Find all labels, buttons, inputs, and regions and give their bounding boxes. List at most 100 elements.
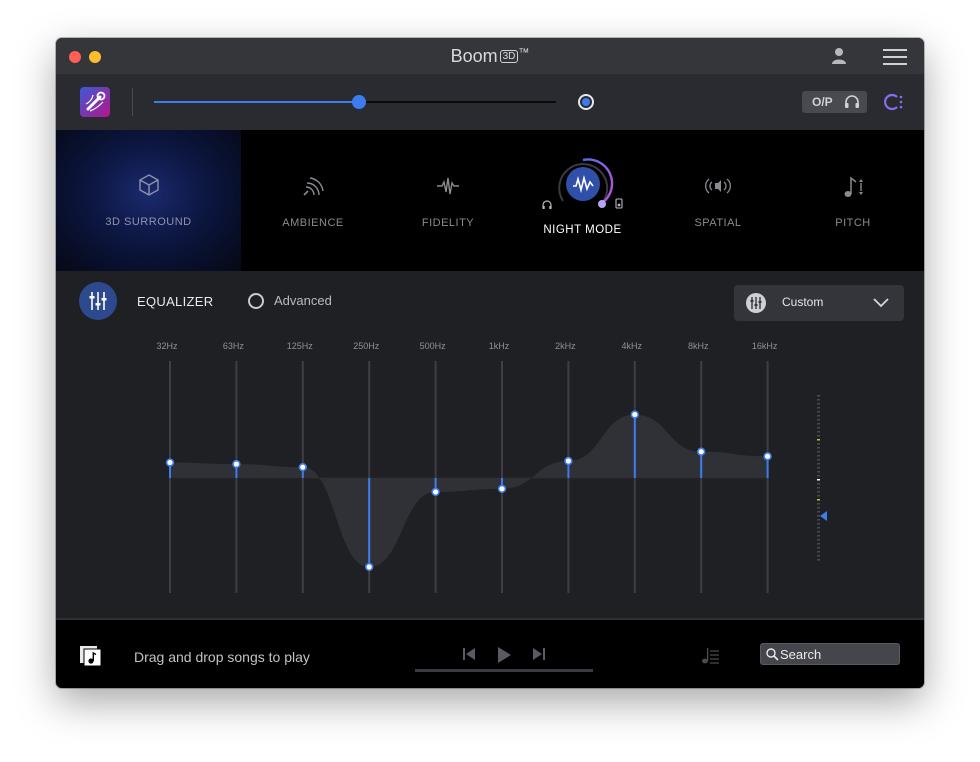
level-meter-tick xyxy=(817,475,820,477)
band-frequency-label: 125Hz xyxy=(287,341,314,351)
band-frequency-label: 32Hz xyxy=(156,341,178,351)
headphones-icon xyxy=(845,95,859,108)
band-slider-knob[interactable] xyxy=(165,458,175,467)
band-frequency-label: 1kHz xyxy=(489,341,510,351)
output-device-button[interactable]: O/P xyxy=(802,91,867,113)
advanced-label[interactable]: Advanced xyxy=(274,293,332,308)
mode-label: NIGHT MODE xyxy=(543,224,622,236)
level-meter-tick xyxy=(817,407,820,409)
level-meter-tick xyxy=(817,559,820,561)
mode-pitch[interactable]: PITCH xyxy=(808,130,898,271)
next-track-icon[interactable] xyxy=(531,646,547,662)
search-placeholder: Search xyxy=(780,647,822,662)
player-bar: Drag and drop songs to play Search xyxy=(56,618,924,688)
eq-curve-area xyxy=(170,414,768,567)
level-meter-tick xyxy=(817,471,820,473)
user-icon[interactable] xyxy=(831,47,847,65)
previous-track-icon[interactable] xyxy=(461,646,477,662)
level-meter-tick xyxy=(817,495,820,497)
preset-label: Custom xyxy=(782,295,824,309)
mode-label: AMBIENCE xyxy=(282,217,344,229)
band-slider-knob[interactable] xyxy=(763,452,772,461)
song-file-icon[interactable] xyxy=(80,646,102,666)
level-meter-tick xyxy=(817,503,820,505)
band-frequency-label: 8kHz xyxy=(688,341,709,351)
app-title-text: Boom xyxy=(450,46,498,66)
boom-logo-icon[interactable] xyxy=(80,87,110,117)
waveform-icon xyxy=(437,177,459,195)
band-frequency-label: 500Hz xyxy=(420,341,447,351)
track-progress-bar[interactable] xyxy=(415,669,593,672)
band-slider-knob[interactable] xyxy=(696,447,706,456)
level-meter-tick xyxy=(817,555,820,557)
level-meter-tick xyxy=(817,399,820,401)
level-meter-tick xyxy=(817,463,820,465)
level-meter-tick xyxy=(817,439,820,441)
mode-spatial[interactable]: SPATIAL xyxy=(673,130,763,271)
band-slider-knob[interactable] xyxy=(365,562,374,572)
mode-label: FIDELITY xyxy=(421,217,475,229)
level-meter-pointer xyxy=(820,511,827,521)
level-meter-tick xyxy=(817,415,820,417)
mode-fidelity[interactable]: FIDELITY xyxy=(403,130,493,271)
playlist-icon[interactable] xyxy=(700,645,720,665)
hamburger-menu-icon[interactable] xyxy=(883,49,907,65)
output-device-label: O/P xyxy=(812,95,833,109)
boost-toggle-button[interactable] xyxy=(578,94,594,110)
band-frequency-label: 2kHz xyxy=(555,341,576,351)
level-meter-tick xyxy=(817,443,820,445)
level-meter-tick xyxy=(817,455,820,457)
cube-icon xyxy=(138,174,159,196)
spatial-speaker-icon xyxy=(705,178,731,194)
level-meter-tick xyxy=(817,499,820,501)
level-meter-tick xyxy=(817,547,820,549)
level-meter-tick xyxy=(817,551,820,553)
preset-sliders-icon xyxy=(746,293,766,313)
level-meter-tick xyxy=(817,403,820,405)
drop-songs-hint: Drag and drop songs to play xyxy=(134,649,310,665)
band-slider-knob[interactable] xyxy=(497,484,507,494)
mode-3d-surround[interactable]: 3D SURROUND xyxy=(56,130,241,271)
band-slider-knob[interactable] xyxy=(232,459,241,469)
band-slider-knob[interactable] xyxy=(298,462,308,472)
level-meter-tick xyxy=(817,487,820,489)
level-meter-tick xyxy=(817,447,820,449)
band-slider-knob[interactable] xyxy=(431,487,440,497)
band-frequency-label: 63Hz xyxy=(223,341,245,351)
mode-label: 3D SURROUND xyxy=(105,216,192,228)
volume-slider[interactable] xyxy=(154,95,556,109)
eq-preset-dropdown[interactable]: Custom xyxy=(734,285,904,321)
level-meter-tick xyxy=(817,423,820,425)
app-title-badge: 3D xyxy=(499,50,519,63)
equalizer-title: EQUALIZER xyxy=(137,294,214,309)
level-meter-tick xyxy=(817,543,820,545)
pitch-note-icon xyxy=(844,176,863,197)
level-meter-tick xyxy=(817,515,820,517)
band-slider-knob[interactable] xyxy=(564,456,573,466)
mode-night-mode[interactable]: NIGHT MODE xyxy=(526,130,639,271)
band-frequency-label: 250Hz xyxy=(353,341,380,351)
search-input[interactable]: Search xyxy=(760,643,900,665)
equalizer-toggle-button[interactable] xyxy=(79,282,117,320)
level-meter-tick xyxy=(817,427,820,429)
volume-slider-thumb[interactable] xyxy=(352,95,367,109)
advanced-radio[interactable] xyxy=(248,293,264,309)
mode-ambience[interactable]: AMBIENCE xyxy=(268,130,358,271)
apps-refresh-icon[interactable] xyxy=(884,93,904,111)
app-window: Boom 3D ™ O/P 3D SURROUND AMBIENCE FIDEL… xyxy=(56,38,924,688)
play-icon[interactable] xyxy=(496,646,512,664)
level-meter-tick xyxy=(817,535,820,537)
night-mode-dial[interactable] xyxy=(541,156,625,216)
level-meter-tick xyxy=(817,527,820,529)
level-meter-tick xyxy=(817,479,820,481)
level-meter-tick xyxy=(817,411,820,413)
volume-slider-fill xyxy=(154,101,360,103)
app-title: Boom 3D ™ xyxy=(56,46,924,67)
band-slider-knob[interactable] xyxy=(630,410,639,419)
band-frequency-label: 16kHz xyxy=(752,341,778,351)
trademark-symbol: ™ xyxy=(518,47,530,59)
level-meter-tick xyxy=(817,431,820,433)
top-toolbar: O/P xyxy=(56,74,924,130)
effects-mode-strip: 3D SURROUND AMBIENCE FIDELITY NIGHT MODE… xyxy=(56,130,924,271)
chevron-down-icon xyxy=(873,298,889,308)
